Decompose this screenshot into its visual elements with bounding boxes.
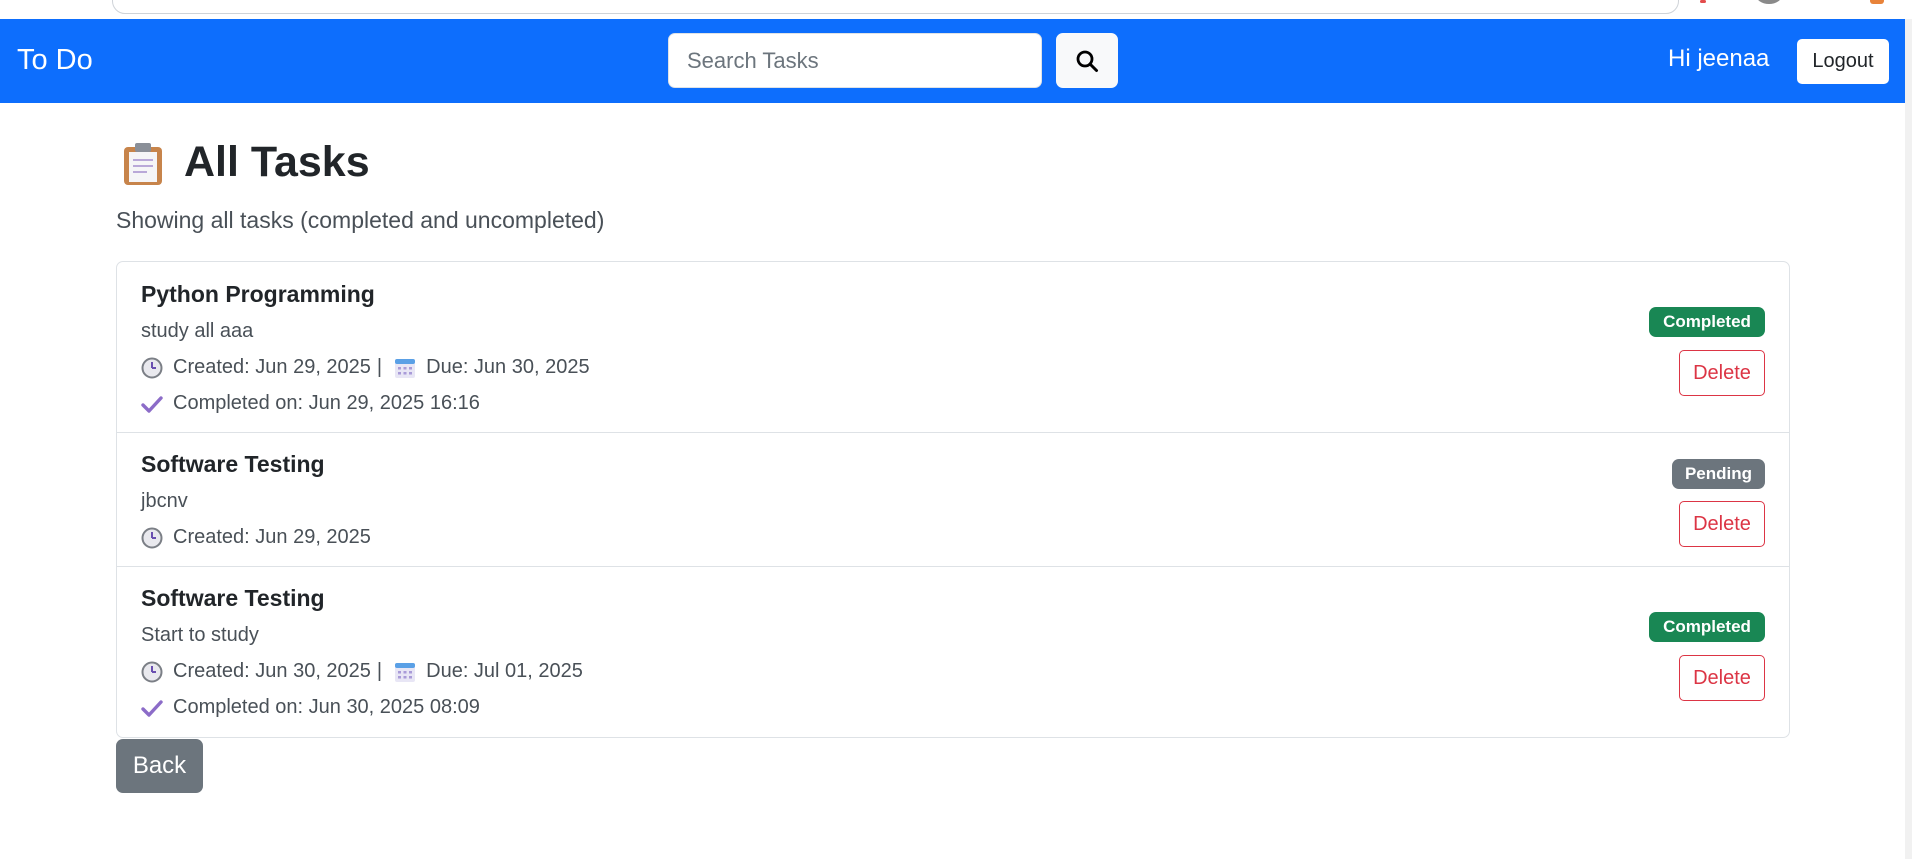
calendar-icon	[395, 358, 416, 378]
delete-button[interactable]: Delete	[1679, 655, 1765, 701]
status-badge: Pending	[1672, 459, 1765, 489]
task-created: Created: Jun 29, 2025	[173, 356, 371, 378]
task-item: Software Testing Start to study Created:…	[117, 567, 1789, 737]
task-item: Python Programming study all aaa Created…	[117, 262, 1789, 433]
calendar-icon	[395, 662, 416, 682]
page-scrollbar[interactable]	[1905, 19, 1912, 859]
task-description: jbcnv	[141, 490, 188, 512]
search-icon	[1076, 50, 1098, 72]
clock-icon	[141, 661, 163, 682]
task-completed-on: Completed on: Jun 30, 2025 08:09	[173, 696, 480, 718]
page-subtitle: Showing all tasks (completed and uncompl…	[116, 207, 605, 233]
task-completion: Completed on: Jun 30, 2025 08:09	[141, 696, 480, 719]
task-list: Python Programming study all aaa Created…	[116, 261, 1790, 738]
task-description: Start to study	[141, 624, 259, 646]
meta-separator: |	[376, 660, 383, 682]
delete-button[interactable]: Delete	[1679, 350, 1765, 396]
browser-indicator-icon	[1700, 0, 1706, 3]
back-button[interactable]: Back	[116, 739, 203, 793]
status-badge: Completed	[1649, 307, 1765, 337]
task-completed-on: Completed on: Jun 29, 2025 16:16	[173, 392, 480, 414]
brand-link[interactable]: To Do	[17, 44, 93, 77]
extension-icon[interactable]	[1870, 0, 1884, 4]
clipboard-icon	[122, 141, 164, 192]
task-due: Due: Jun 30, 2025	[426, 356, 590, 378]
search-button[interactable]	[1056, 33, 1118, 88]
task-created: Created: Jun 30, 2025	[173, 660, 371, 682]
task-dates: Created: Jun 29, 2025 | Due: Jun 30, 202…	[141, 356, 590, 379]
status-badge: Completed	[1649, 612, 1765, 642]
task-dates: Created: Jun 30, 2025 | Due: Jul 01, 202…	[141, 660, 583, 683]
task-title: Software Testing	[141, 585, 325, 611]
browser-toolbar	[0, 0, 1912, 19]
search-input[interactable]	[668, 33, 1042, 88]
task-title: Python Programming	[141, 281, 375, 307]
task-completion: Completed on: Jun 29, 2025 16:16	[141, 392, 480, 415]
clock-icon	[141, 527, 163, 548]
clock-icon	[141, 357, 163, 378]
task-title: Software Testing	[141, 451, 325, 477]
delete-button[interactable]: Delete	[1679, 501, 1765, 547]
address-bar[interactable]	[112, 0, 1679, 14]
task-item: Software Testing jbcnv Created: Jun 29, …	[117, 433, 1789, 567]
task-description: study all aaa	[141, 320, 254, 342]
task-due: Due: Jul 01, 2025	[426, 660, 583, 682]
user-greeting: Hi jeenaa	[1668, 45, 1770, 72]
page-title: All Tasks	[184, 138, 370, 186]
profile-avatar[interactable]	[1756, 0, 1782, 4]
check-icon	[141, 699, 163, 717]
task-dates: Created: Jun 29, 2025	[141, 526, 371, 549]
logout-button[interactable]: Logout	[1797, 39, 1889, 84]
task-created: Created: Jun 29, 2025	[173, 526, 371, 548]
check-icon	[141, 395, 163, 413]
meta-separator: |	[376, 356, 383, 378]
